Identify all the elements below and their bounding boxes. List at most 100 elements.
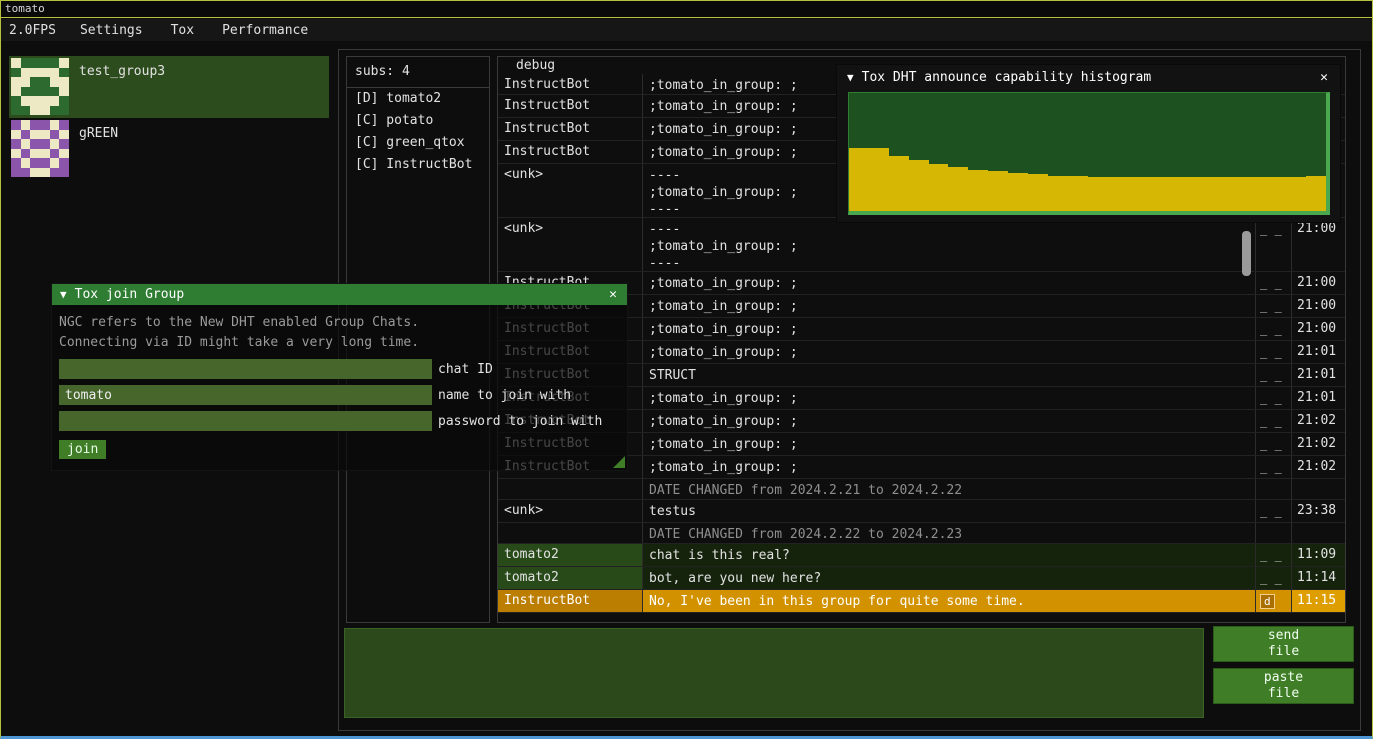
message-row[interactable]: tomato2bot, are you new here?_ _11:14	[498, 567, 1345, 590]
menu-performance[interactable]: Performance	[208, 19, 322, 41]
avatar-pixel	[11, 158, 21, 168]
message-text: No, I've been in this group for quite so…	[643, 590, 1255, 612]
histogram-titlebar: ▼ Tox DHT announce capability histogram …	[837, 65, 1340, 89]
avatar-pixel	[30, 158, 40, 168]
histogram-bar	[1247, 177, 1267, 211]
message-time: 21:01	[1291, 341, 1345, 363]
avatar-pixel	[50, 96, 60, 106]
message-row[interactable]: InstructBotNo, I've been in this group f…	[498, 590, 1345, 613]
avatar-pixel	[59, 168, 69, 178]
close-icon[interactable]: ✕	[607, 287, 619, 302]
paste-file-button[interactable]: paste file	[1213, 668, 1354, 704]
join-input-chat-id[interactable]	[59, 359, 432, 379]
avatar-pixel	[30, 149, 40, 159]
message-row[interactable]: <unk>testus_ _23:38	[498, 500, 1345, 523]
histogram-bar	[929, 164, 949, 211]
message-time: 21:01	[1291, 387, 1345, 409]
message-text: chat is this real?	[643, 544, 1255, 566]
avatar-pixel	[11, 149, 21, 159]
avatar-pixel	[50, 68, 60, 78]
group-item-gREEN[interactable]: gREEN	[9, 118, 329, 180]
avatar-pixel	[11, 130, 21, 140]
subs-item[interactable]: [C] green_qtox	[347, 132, 489, 154]
message-marks: d	[1255, 590, 1291, 612]
join-field-label: name to join with	[438, 388, 571, 403]
join-input-name-to-join-with[interactable]	[59, 385, 432, 405]
avatar-pixel	[50, 158, 60, 168]
message-marks: _ _	[1255, 567, 1291, 589]
avatar-pixel	[21, 149, 31, 159]
message-author: InstructBot	[498, 141, 643, 163]
group-name: gREEN	[79, 120, 118, 141]
message-author: <unk>	[498, 500, 643, 522]
date-name-spacer	[498, 523, 643, 543]
avatar-pixel	[21, 168, 31, 178]
histogram-bar	[889, 156, 909, 211]
message-row[interactable]: <unk>---- ;tomato_in_group: ; ----_ _21:…	[498, 218, 1345, 272]
join-button[interactable]: join	[59, 440, 106, 459]
message-row[interactable]: tomato2chat is this real?_ _11:09	[498, 544, 1345, 567]
message-author: tomato2	[498, 567, 643, 589]
date-text: DATE CHANGED from 2024.2.22 to 2024.2.23	[643, 523, 1255, 543]
avatar-pixel	[21, 77, 31, 87]
group-item-test_group3[interactable]: test_group3	[9, 56, 329, 118]
join-info-line: Connecting via ID might take a very long…	[59, 333, 620, 353]
collapse-triangle-icon[interactable]: ▼	[60, 288, 67, 301]
avatar-pixel	[21, 87, 31, 97]
histogram-bar	[909, 160, 929, 211]
histogram-bar	[1028, 174, 1048, 211]
menubar: 2.0FPS SettingsToxPerformance	[1, 19, 1372, 41]
fps-counter: 2.0FPS	[1, 23, 66, 38]
message-input[interactable]	[344, 628, 1204, 718]
avatar-pixel	[40, 58, 50, 68]
message-time	[1291, 479, 1345, 499]
avatar-pixel	[30, 120, 40, 130]
avatar-pixel	[50, 77, 60, 87]
send-file-button[interactable]: send file	[1213, 626, 1354, 662]
message-time: 21:02	[1291, 410, 1345, 432]
histogram-bar	[1008, 173, 1028, 211]
avatar-pixel	[40, 158, 50, 168]
histogram-bar	[968, 170, 988, 211]
histogram-bar	[1107, 177, 1127, 211]
message-text: ;tomato_in_group: ;	[643, 341, 1255, 363]
message-text: testus	[643, 500, 1255, 522]
message-text: ---- ;tomato_in_group: ; ----	[643, 218, 1255, 271]
avatar-pixel	[59, 149, 69, 159]
avatar-pixel	[11, 58, 21, 68]
message-text: ;tomato_in_group: ;	[643, 387, 1255, 409]
message-marks: _ _	[1255, 544, 1291, 566]
subs-item[interactable]: [D] tomato2	[347, 88, 489, 110]
collapse-triangle-icon[interactable]: ▼	[847, 71, 854, 84]
group-avatar	[11, 58, 69, 115]
close-icon[interactable]: ✕	[1318, 70, 1330, 85]
avatar-pixel	[50, 130, 60, 140]
message-text: ;tomato_in_group: ;	[643, 433, 1255, 455]
avatar-pixel	[59, 96, 69, 106]
join-info-line: NGC refers to the New DHT enabled Group …	[59, 313, 620, 333]
tab-debug[interactable]: debug	[516, 58, 555, 73]
avatar-pixel	[50, 149, 60, 159]
histogram-bar	[988, 171, 1008, 211]
subs-item[interactable]: [C] potato	[347, 110, 489, 132]
avatar-pixel	[11, 139, 21, 149]
message-author: tomato2	[498, 544, 643, 566]
join-input-password-to-join-with[interactable]	[59, 411, 432, 431]
histogram-bar	[1266, 177, 1286, 211]
histogram-bar	[849, 148, 869, 211]
subs-item[interactable]: [C] InstructBot	[347, 154, 489, 176]
messages-scrollbar[interactable]	[1242, 231, 1251, 276]
menu-tox[interactable]: Tox	[157, 19, 208, 41]
histogram-bar	[1286, 177, 1306, 211]
menu-settings[interactable]: Settings	[66, 19, 157, 41]
resize-grip-icon[interactable]	[613, 456, 625, 468]
join-titlebar: ▼ Tox join Group ✕	[52, 284, 627, 305]
avatar-pixel	[59, 139, 69, 149]
message-marks: _ _	[1255, 364, 1291, 386]
avatar-pixel	[21, 158, 31, 168]
message-time: 21:01	[1291, 364, 1345, 386]
histogram-bar	[1306, 176, 1326, 211]
avatar-pixel	[21, 58, 31, 68]
avatar-pixel	[40, 130, 50, 140]
join-field-row: chat ID	[59, 359, 620, 379]
